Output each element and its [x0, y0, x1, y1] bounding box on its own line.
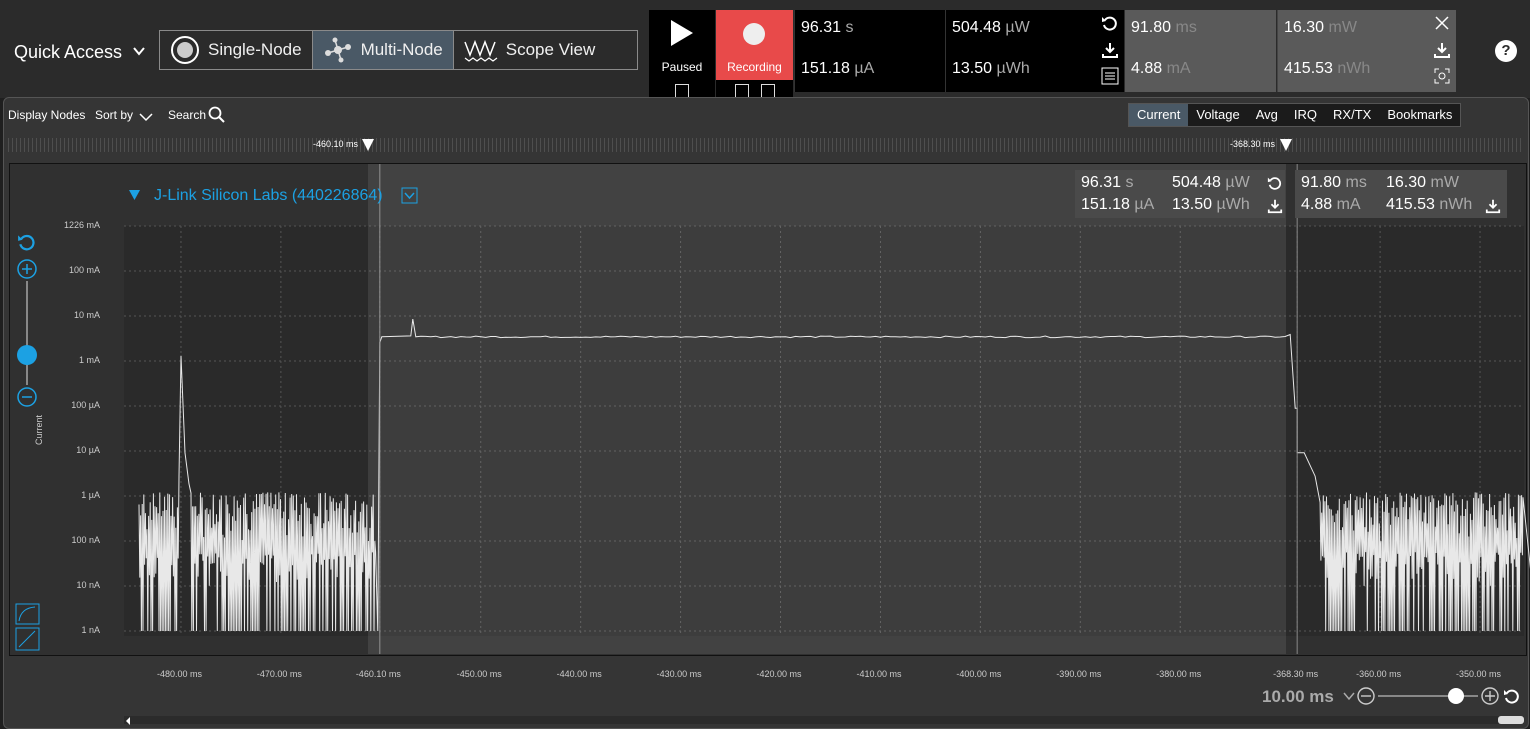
- x-tick-label: -360.00 ms: [1356, 669, 1402, 679]
- y-tick-label: 1 µA: [81, 490, 100, 500]
- x-tick-label: -440.00 ms: [556, 669, 602, 679]
- y-tick-label: 1 nA: [81, 625, 100, 635]
- x-tick-label: -420.00 ms: [756, 669, 802, 679]
- y-tick-label: 100 mA: [68, 265, 100, 275]
- x-tick-label: -410.00 ms: [856, 669, 902, 679]
- reset-icon[interactable]: [1503, 687, 1521, 705]
- x-tick-label: -400.00 ms: [956, 669, 1002, 679]
- y-tick-label: 10 mA: [73, 310, 100, 320]
- x-tick-label: -480.00 ms: [156, 669, 202, 679]
- log-scale-icon[interactable]: [15, 603, 40, 625]
- node-options-dropdown-icon[interactable]: [401, 187, 418, 204]
- zoom-out-icon[interactable]: [1356, 686, 1376, 706]
- x-tick-label: -350.00 ms: [1456, 669, 1502, 679]
- y-tick-label: 100 µA: [71, 400, 100, 410]
- y-tick-label: 100 nA: [71, 535, 100, 545]
- horizontal-scrollbar[interactable]: [124, 716, 1524, 724]
- y-tick-label: 10 µA: [76, 445, 100, 455]
- zoom-out-icon[interactable]: [17, 387, 37, 407]
- time-zoom-knob[interactable]: [1448, 688, 1464, 704]
- download-icon[interactable]: [1267, 198, 1283, 214]
- y-tick-label: 1226 mA: [63, 220, 100, 230]
- x-tick-label: -450.00 ms: [456, 669, 502, 679]
- time-window-value[interactable]: 10.00 ms: [1262, 687, 1334, 707]
- scroll-left-icon[interactable]: [124, 716, 132, 726]
- node-selection-readout: 91.80 ms 4.88 mA 16.30 mW 415.53 nWh: [1295, 170, 1507, 218]
- scrollbar-thumb[interactable]: [1498, 716, 1524, 724]
- y-zoom-slider-track[interactable]: [26, 281, 28, 385]
- download-icon[interactable]: [1485, 198, 1501, 214]
- x-tick-label: -430.00 ms: [656, 669, 702, 679]
- node-title: J-Link Silicon Labs (440226864): [154, 187, 383, 204]
- y-zoom-slider-knob[interactable]: [17, 345, 37, 365]
- x-tick-label: -470.00 ms: [256, 669, 302, 679]
- x-tick-label: -390.00 ms: [1056, 669, 1102, 679]
- selection-region[interactable]: [368, 164, 1286, 654]
- reset-zoom-icon[interactable]: [17, 232, 37, 252]
- zoom-in-icon[interactable]: [1480, 686, 1500, 706]
- y-tick-label: 10 nA: [76, 580, 100, 590]
- y-axis-title: Current: [34, 414, 44, 445]
- linear-scale-icon[interactable]: [15, 627, 40, 651]
- chevron-down-icon[interactable]: [1342, 690, 1356, 702]
- y-tick-label: 1 mA: [78, 355, 100, 365]
- x-tick-label: -380.00 ms: [1156, 669, 1202, 679]
- zoom-in-icon[interactable]: [17, 259, 37, 279]
- reset-icon[interactable]: [1267, 175, 1283, 191]
- collapse-triangle-icon[interactable]: [128, 189, 141, 201]
- node-total-readout: 96.31 s 151.18 µA 504.48 µW 13.50 µWh: [1075, 170, 1285, 218]
- x-tick-label: -460.10 ms: [355, 669, 401, 679]
- x-tick-label: -368.30 ms: [1273, 669, 1319, 679]
